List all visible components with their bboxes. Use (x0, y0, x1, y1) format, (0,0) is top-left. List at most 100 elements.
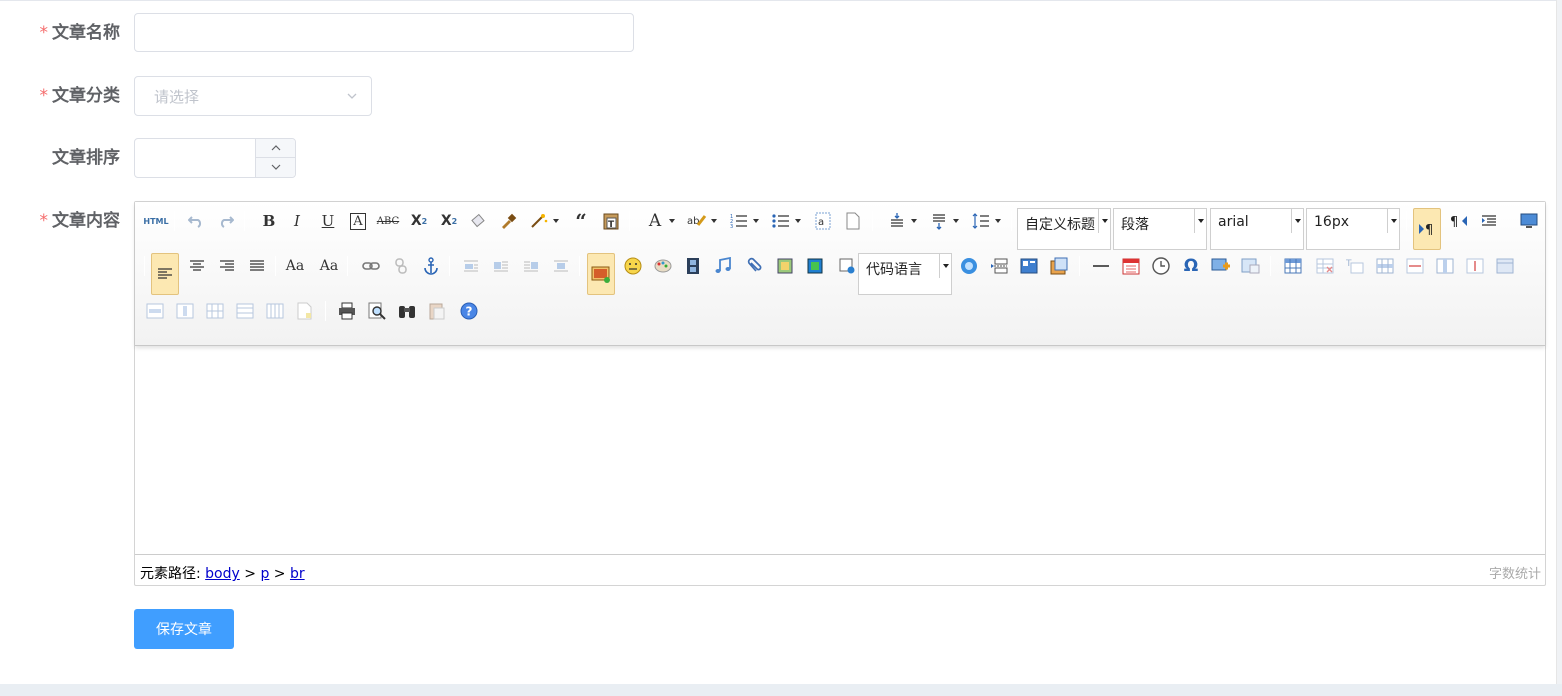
paste-text-icon[interactable]: T (599, 209, 623, 233)
editor-statusbar: 元素路径: body > p > br 字数统计 (135, 554, 1545, 585)
subscript-icon[interactable]: X2 (437, 209, 461, 233)
insert-table-icon[interactable] (1281, 254, 1305, 278)
underline-icon[interactable]: U (316, 209, 340, 233)
emotion-icon[interactable] (621, 254, 645, 278)
insert-col-icon[interactable] (1433, 254, 1457, 278)
custom-heading-select[interactable]: 自定义标题 (1017, 208, 1111, 250)
blockquote-icon[interactable]: “ (569, 209, 593, 233)
date-icon[interactable] (1119, 254, 1143, 278)
unordered-list-icon[interactable] (769, 209, 801, 233)
image-right-icon[interactable] (519, 254, 543, 278)
lowercase-icon[interactable]: Aa (317, 254, 341, 278)
insert-frame-icon[interactable]: a (811, 209, 835, 233)
horizontal-rule-icon[interactable] (1089, 254, 1113, 278)
image-none-icon[interactable] (459, 254, 483, 278)
increase-button[interactable] (255, 139, 295, 158)
page-break-icon[interactable] (841, 209, 865, 233)
music-icon[interactable] (711, 254, 735, 278)
insert-paragraph-before-table-icon[interactable]: T (1343, 254, 1367, 278)
delete-row-icon[interactable] (1403, 254, 1427, 278)
merge-down-icon[interactable] (173, 299, 197, 323)
direction-ltr-icon[interactable]: ¶ (1413, 208, 1441, 250)
search-replace-icon[interactable] (395, 299, 419, 323)
merge-cells-icon[interactable] (1493, 254, 1517, 278)
map-icon[interactable] (773, 254, 797, 278)
italic-icon[interactable]: I (285, 209, 309, 233)
required-mark: * (39, 23, 49, 43)
time-icon[interactable] (1149, 254, 1173, 278)
webapp-icon[interactable] (957, 254, 981, 278)
merge-right-icon[interactable] (143, 299, 167, 323)
path-p-link[interactable]: p (260, 566, 269, 582)
background-color-icon[interactable]: ab (685, 209, 717, 233)
gmap-icon[interactable] (803, 254, 827, 278)
html-source-icon[interactable]: HTML (141, 209, 171, 233)
dropdown-arrow-icon (1291, 209, 1303, 233)
unlink-icon[interactable] (389, 254, 413, 278)
insert-row-icon[interactable] (1373, 254, 1397, 278)
article-name-input[interactable] (134, 13, 634, 52)
split-to-cells-icon[interactable] (203, 299, 227, 323)
article-category-select[interactable]: 请选择 (134, 76, 372, 116)
line-height-icon[interactable] (969, 209, 1001, 233)
eraser-icon[interactable] (467, 209, 491, 233)
indent-icon[interactable] (1477, 209, 1501, 233)
preview-icon[interactable] (365, 299, 389, 323)
help-icon[interactable]: ? (457, 299, 481, 323)
image-left-icon[interactable] (489, 254, 513, 278)
special-chars-icon[interactable]: Ω (1179, 254, 1203, 278)
path-br-link[interactable]: br (290, 566, 305, 582)
insert-video-icon[interactable] (681, 254, 705, 278)
row-spacing-bottom-icon[interactable] (927, 209, 959, 233)
background-icon[interactable] (1047, 254, 1071, 278)
bold-icon[interactable]: B (257, 209, 281, 233)
format-painter-icon[interactable] (497, 209, 521, 233)
undo-icon[interactable] (184, 209, 208, 233)
direction-rtl-icon[interactable]: ¶ (1447, 209, 1471, 233)
redo-icon[interactable] (214, 209, 238, 233)
code-language-select[interactable]: 代码语言 (858, 253, 952, 295)
align-right-icon[interactable] (215, 254, 239, 278)
word-image-icon[interactable] (1239, 254, 1263, 278)
insert-frame-page-icon[interactable] (835, 254, 859, 278)
chart-icon[interactable] (293, 299, 317, 323)
scrollbar-track[interactable] (1556, 0, 1562, 684)
scrawl-icon[interactable] (651, 254, 675, 278)
print-icon[interactable] (335, 299, 359, 323)
split-to-cols-icon[interactable] (263, 299, 287, 323)
split-to-rows-icon[interactable] (233, 299, 257, 323)
strikethrough-icon[interactable]: ABC (376, 209, 400, 233)
page-break-insert-icon[interactable] (987, 254, 1011, 278)
editor-content-area[interactable] (135, 347, 1545, 554)
fullscreen-icon[interactable] (1517, 209, 1541, 233)
toolbar-separator (1079, 256, 1080, 276)
decrease-button[interactable] (255, 158, 295, 177)
save-article-button[interactable]: 保存文章 (134, 609, 234, 649)
path-body-link[interactable]: body (205, 566, 240, 582)
attachment-icon[interactable] (743, 254, 767, 278)
align-center-icon[interactable] (185, 254, 209, 278)
snapscreen-icon[interactable] (1209, 254, 1233, 278)
delete-col-icon[interactable] (1463, 254, 1487, 278)
auto-format-icon[interactable] (527, 209, 559, 233)
row-spacing-top-icon[interactable] (885, 209, 917, 233)
align-left-icon[interactable] (151, 253, 179, 295)
paragraph-format-select[interactable]: 段落 (1113, 208, 1207, 250)
ordered-list-icon[interactable]: 123 (727, 209, 759, 233)
svg-text:?: ? (466, 305, 473, 319)
font-size-select[interactable]: 16px (1306, 208, 1400, 250)
font-family-select[interactable]: arial (1210, 208, 1304, 250)
delete-table-icon[interactable] (1313, 254, 1337, 278)
image-center-icon[interactable] (549, 254, 573, 278)
template-icon[interactable] (1017, 254, 1041, 278)
anchor-icon[interactable] (419, 254, 443, 278)
superscript-icon[interactable]: X2 (407, 209, 431, 233)
font-color-icon[interactable]: A (643, 209, 675, 233)
uppercase-icon[interactable]: Aa (283, 254, 307, 278)
link-icon[interactable] (359, 254, 383, 278)
font-border-icon[interactable]: A (346, 209, 370, 233)
drafts-icon[interactable] (425, 299, 449, 323)
article-order-stepper[interactable] (134, 138, 296, 178)
insert-image-icon[interactable] (587, 253, 615, 295)
align-justify-icon[interactable] (245, 254, 269, 278)
